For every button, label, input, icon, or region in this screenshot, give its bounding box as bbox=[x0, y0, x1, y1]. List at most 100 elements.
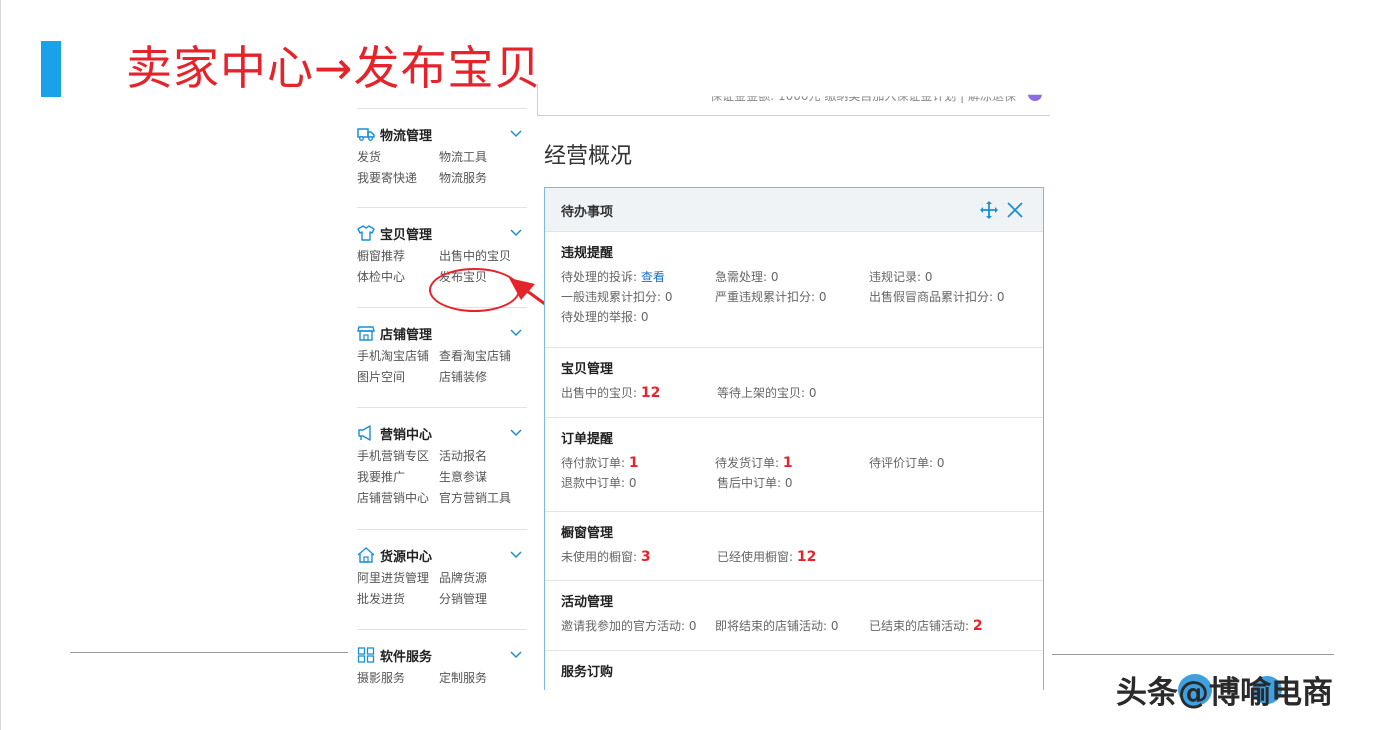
unrated-orders-count: 0 bbox=[936, 456, 945, 470]
section-showcase-management: 橱窗管理 未使用的橱窗: 3 已经使用橱窗: 12 bbox=[545, 512, 1043, 581]
sidebar-group-title: 软件服务 bbox=[380, 649, 433, 665]
complaints-label: 待处理的投诉: bbox=[561, 270, 638, 284]
chevron-down-icon[interactable] bbox=[509, 647, 523, 661]
decorative-line-right bbox=[1052, 654, 1334, 655]
section-item-management: 宝贝管理 出售中的宝贝: 12 等待上架的宝贝: 0 bbox=[545, 348, 1043, 418]
used-showcase-count[interactable]: 12 bbox=[797, 549, 816, 565]
fake-goods-deduction-label: 出售假冒商品累计扣分: bbox=[869, 290, 994, 304]
todo-panel: 待办事项 违规提醒 待处理的投诉: 查看 急需处理: 0 违规记录: 0 一般违… bbox=[544, 187, 1044, 690]
violation-records-value: 0 bbox=[924, 270, 933, 284]
section-title: 橱窗管理 bbox=[561, 526, 614, 541]
shirt-icon bbox=[357, 225, 375, 241]
notice-badge-icon bbox=[1028, 94, 1042, 101]
sidebar-group-title: 营销中心 bbox=[380, 427, 433, 443]
top-notice-strip: 保证金金额: 1000元 缴纳类目加入保证金计划 | 解冻退保 bbox=[537, 84, 1050, 116]
section-title: 服务订购 bbox=[561, 665, 614, 680]
decorative-line-left bbox=[70, 652, 348, 653]
seller-sidebar: 物流管理 发货 物流工具 我要寄快递 物流服务 宝贝管理 橱窗推荐 出售中的宝贝… bbox=[357, 108, 527, 690]
sidebar-group-header[interactable]: 软件服务 bbox=[357, 645, 527, 665]
home-icon bbox=[357, 547, 375, 563]
invited-activities-label: 邀请我参加的官方活动: bbox=[561, 619, 686, 633]
ended-activities-count[interactable]: 2 bbox=[973, 618, 983, 634]
chevron-down-icon[interactable] bbox=[509, 547, 523, 561]
unshipped-orders-count[interactable]: 1 bbox=[783, 455, 793, 471]
sidebar-link-logistics-tools[interactable]: 物流工具 bbox=[439, 148, 527, 166]
sidebar-link-checkup[interactable]: 体检中心 bbox=[357, 268, 439, 286]
sidebar-link-ship[interactable]: 发货 bbox=[357, 148, 439, 166]
unused-showcase-count[interactable]: 3 bbox=[641, 549, 651, 565]
sidebar-link-brand-source[interactable]: 品牌货源 bbox=[439, 569, 527, 587]
section-activity-management: 活动管理 邀请我参加的官方活动: 0 即将结束的店铺活动: 0 已结束的店铺活动… bbox=[545, 581, 1043, 651]
urgent-value: 0 bbox=[770, 270, 779, 284]
chevron-down-icon[interactable] bbox=[509, 126, 523, 140]
sidebar-link-custom-service[interactable]: 定制服务 bbox=[439, 669, 527, 687]
section-title: 订单提醒 bbox=[561, 432, 614, 447]
sidebar-group-title: 店铺管理 bbox=[380, 327, 433, 343]
sidebar-group-header[interactable]: 店铺管理 bbox=[357, 323, 527, 343]
grid-icon bbox=[357, 647, 375, 663]
sidebar-group-sourcing: 货源中心 阿里进货管理 品牌货源 批发进货 分销管理 bbox=[357, 529, 527, 629]
truck-icon bbox=[357, 126, 375, 142]
sidebar-link-mobile-store[interactable]: 手机淘宝店铺 bbox=[357, 347, 439, 365]
urgent-label: 急需处理: bbox=[715, 270, 768, 284]
selling-items-count[interactable]: 12 bbox=[641, 385, 660, 401]
sidebar-group-header[interactable]: 货源中心 bbox=[357, 545, 527, 565]
violation-records-label: 违规记录: bbox=[869, 270, 922, 284]
sidebar-link-promote[interactable]: 我要推广 bbox=[357, 468, 439, 486]
invited-activities-count: 0 bbox=[688, 619, 697, 633]
ending-activities-label: 即将结束的店铺活动: bbox=[715, 619, 828, 633]
sidebar-link-activity-signup[interactable]: 活动报名 bbox=[439, 447, 527, 465]
sidebar-link-selling-items[interactable]: 出售中的宝贝 bbox=[439, 247, 527, 265]
refund-orders-label: 退款中订单: bbox=[561, 476, 626, 490]
sidebar-link-store-marketing[interactable]: 店铺营销中心 bbox=[357, 489, 439, 507]
sidebar-group-title: 货源中心 bbox=[380, 549, 433, 565]
unrated-orders-label: 待评价订单: bbox=[869, 456, 934, 470]
slide-title: 卖家中心→发布宝贝 bbox=[126, 41, 542, 95]
sidebar-link-ali-purchase[interactable]: 阿里进货管理 bbox=[357, 569, 439, 587]
sidebar-group-software: 软件服务 摄影服务 定制服务 bbox=[357, 629, 527, 690]
section-violations: 违规提醒 待处理的投诉: 查看 急需处理: 0 违规记录: 0 一般违规累计扣分… bbox=[545, 232, 1043, 348]
section-title: 宝贝管理 bbox=[561, 362, 614, 377]
store-icon bbox=[357, 325, 375, 341]
sidebar-link-mobile-marketing[interactable]: 手机营销专区 bbox=[357, 447, 439, 465]
sidebar-link-official-tools[interactable]: 官方营销工具 bbox=[439, 489, 527, 507]
sidebar-link-logistics-service[interactable]: 物流服务 bbox=[439, 169, 527, 187]
watermark: 头条@博喻电商 bbox=[1116, 666, 1333, 712]
sidebar-link-send-express[interactable]: 我要寄快递 bbox=[357, 169, 439, 187]
aftersale-orders-count: 0 bbox=[784, 476, 793, 490]
general-deduction-value: 0 bbox=[664, 290, 673, 304]
sidebar-group-logistics: 物流管理 发货 物流工具 我要寄快递 物流服务 bbox=[357, 108, 527, 207]
sidebar-group-title: 宝贝管理 bbox=[380, 227, 433, 243]
ended-activities-label: 已结束的店铺活动: bbox=[869, 619, 970, 633]
fake-goods-deduction-value: 0 bbox=[996, 290, 1005, 304]
selling-items-label: 出售中的宝贝: bbox=[561, 386, 638, 400]
sidebar-group-header[interactable]: 物流管理 bbox=[357, 124, 527, 144]
refund-orders-count: 0 bbox=[628, 476, 637, 490]
megaphone-icon bbox=[357, 425, 375, 441]
sidebar-link-image-space[interactable]: 图片空间 bbox=[357, 368, 439, 386]
general-deduction-label: 一般违规累计扣分: bbox=[561, 290, 662, 304]
unshipped-orders-label: 待发货订单: bbox=[715, 456, 780, 470]
sidebar-link-showcase[interactable]: 橱窗推荐 bbox=[357, 247, 439, 265]
sidebar-link-wholesale[interactable]: 批发进货 bbox=[357, 590, 439, 608]
section-title: 活动管理 bbox=[561, 595, 614, 610]
view-complaints-link[interactable]: 查看 bbox=[641, 270, 665, 284]
sidebar-link-photo-service[interactable]: 摄影服务 bbox=[357, 669, 439, 687]
unpaid-orders-label: 待付款订单: bbox=[561, 456, 626, 470]
ending-activities-count: 0 bbox=[830, 619, 839, 633]
title-accent-bar bbox=[41, 41, 61, 97]
serious-deduction-label: 严重违规累计扣分: bbox=[715, 290, 816, 304]
sidebar-group-header[interactable]: 宝贝管理 bbox=[357, 223, 527, 243]
todo-panel-header: 待办事项 bbox=[545, 188, 1043, 232]
chevron-down-icon[interactable] bbox=[509, 425, 523, 439]
move-icon[interactable] bbox=[979, 200, 999, 220]
chevron-down-icon[interactable] bbox=[509, 225, 523, 239]
sidebar-link-distribution[interactable]: 分销管理 bbox=[439, 590, 527, 608]
sidebar-link-business-advisor[interactable]: 生意参谋 bbox=[439, 468, 527, 486]
used-showcase-label: 已经使用橱窗: bbox=[717, 550, 794, 564]
unpaid-orders-count[interactable]: 1 bbox=[629, 455, 639, 471]
sidebar-group-marketing: 营销中心 手机营销专区 活动报名 我要推广 生意参谋 店铺营销中心 官方营销工具 bbox=[357, 407, 527, 529]
pending-items-label: 等待上架的宝贝: bbox=[717, 386, 806, 400]
close-icon[interactable] bbox=[1005, 200, 1025, 220]
sidebar-group-header[interactable]: 营销中心 bbox=[357, 423, 527, 443]
